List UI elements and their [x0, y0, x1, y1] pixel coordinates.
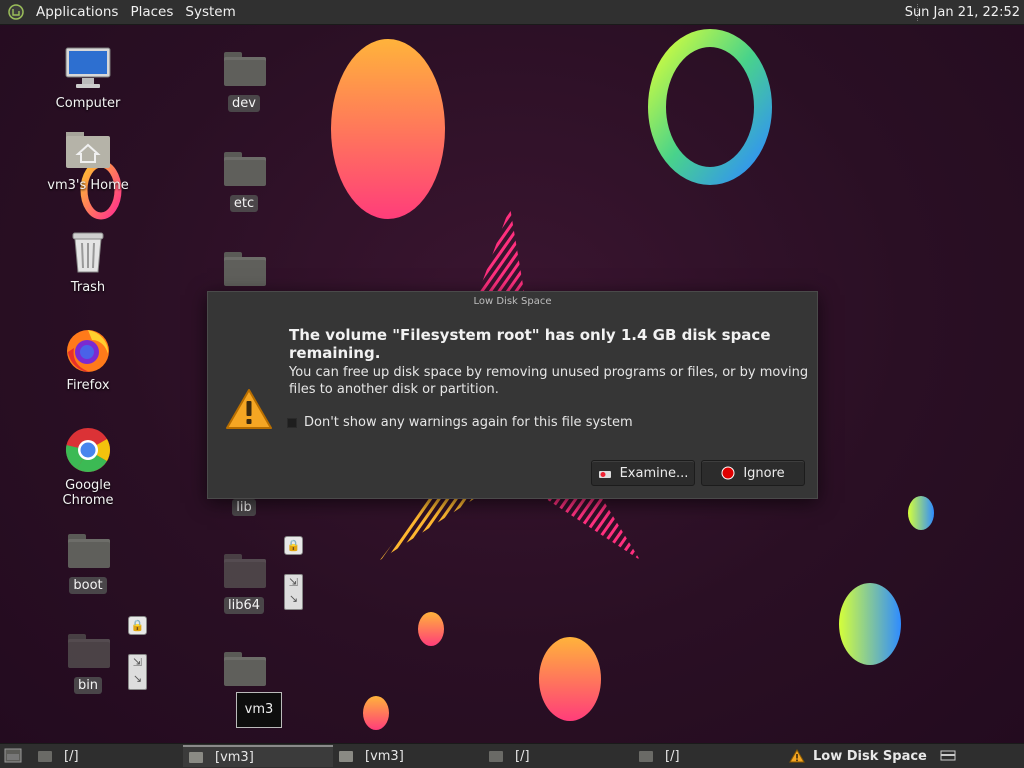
workspace-switcher-icon[interactable]	[940, 750, 956, 761]
folder-icon	[224, 554, 266, 588]
folder-icon	[489, 750, 503, 762]
taskbar-window-root-2[interactable]: [/]	[483, 745, 633, 767]
folder-icon	[224, 152, 266, 186]
desktop-icon-computer[interactable]: Computer	[38, 44, 138, 112]
clock[interactable]: Sun Jan 21, 22:52	[905, 0, 1020, 25]
trash-icon	[72, 232, 104, 273]
dont-show-again-checkbox-row[interactable]: Don't show any warnings again for this f…	[287, 415, 633, 430]
task-label: [vm3]	[365, 748, 404, 764]
desktop-icon-label: Computer	[55, 96, 121, 111]
desktop-icon-firefox[interactable]: Firefox	[38, 326, 138, 394]
folder-icon	[38, 750, 52, 762]
desktop-icon-label: Trash	[70, 280, 106, 295]
desktop-icon-label: vm3's Home	[47, 178, 129, 193]
desktop-icon-boot[interactable]: boot	[38, 526, 138, 594]
folder-icon	[224, 52, 266, 86]
taskbar-window-root-3[interactable]: [/]	[633, 745, 783, 767]
symlink-icon: ⇲ ↘	[284, 574, 303, 610]
desktop-icon-label: lib	[232, 499, 256, 516]
lock-icon: 🔒	[284, 536, 303, 555]
menu-applications[interactable]: Applications	[30, 0, 124, 25]
menu-system[interactable]: System	[179, 0, 241, 25]
bottom-panel: [/] [vm3] [vm3] [/] [/] Low Disk Space	[0, 743, 1024, 768]
home-folder-icon	[339, 750, 353, 762]
chrome-icon	[65, 428, 110, 472]
stop-icon	[721, 466, 735, 480]
checkbox-label: Don't show any warnings again for this f…	[304, 415, 633, 430]
disk-analyzer-icon	[598, 471, 611, 478]
folder-icon	[639, 750, 653, 762]
taskbar-window-root-1[interactable]: [/]	[32, 745, 180, 767]
desktop-icon-label: dev	[228, 95, 260, 112]
task-label: [vm3]	[215, 749, 254, 765]
warning-icon	[789, 749, 805, 763]
desktop-icon-label: lib64	[223, 597, 265, 614]
desktop-icon-home[interactable]: vm3's Home	[38, 126, 138, 194]
folder-icon	[68, 534, 110, 568]
taskbar-window-vm3-2[interactable]: [vm3]	[333, 745, 483, 767]
taskbar-window-vm3-1[interactable]: [vm3]	[183, 745, 333, 767]
task-label: [/]	[665, 748, 680, 764]
low-disk-space-dialog: Low Disk Space The volume "Filesystem ro…	[207, 291, 818, 499]
dialog-title: Low Disk Space	[473, 296, 552, 307]
top-panel: Applications Places System Sun Jan 21, 2…	[0, 0, 1024, 25]
lock-icon: 🔒	[128, 616, 147, 635]
dialog-heading: The volume "Filesystem root" has only 1.…	[289, 326, 771, 362]
desktop-icon-partial-folder[interactable]	[194, 644, 294, 692]
desktop-icon-label: Google Chrome	[62, 478, 114, 508]
firefox-icon	[67, 330, 109, 372]
dialog-body: You can free up disk space by removing u…	[289, 365, 809, 397]
task-label: Low Disk Space	[813, 748, 927, 764]
desktop-icon-lib[interactable]: lib	[194, 496, 294, 516]
desktop-icon-trash[interactable]: Trash	[38, 228, 138, 296]
desktop-icon-google-chrome[interactable]: Google Chrome	[38, 426, 138, 509]
desktop-icon-dev[interactable]: dev	[194, 44, 294, 112]
desktop-icon-label: Firefox	[66, 378, 110, 393]
tooltip: vm3	[236, 692, 282, 728]
menu-places[interactable]: Places	[124, 0, 179, 25]
desktop-icon-bin[interactable]: 🔒 ⇲ ↘ bin	[38, 616, 147, 694]
folder-icon	[224, 652, 266, 686]
ignore-button-label: Ignore	[743, 465, 785, 481]
desktop-icon-lib64[interactable]: 🔒 ⇲ ↘ lib64	[194, 536, 303, 614]
mint-logo-icon[interactable]	[8, 4, 24, 20]
home-folder-icon	[189, 751, 203, 763]
desktop-icon-home-dir[interactable]	[194, 244, 294, 292]
ignore-button[interactable]: Ignore	[701, 460, 805, 486]
desktop-icon-label: bin	[73, 677, 103, 694]
folder-icon	[68, 634, 110, 668]
show-desktop-icon[interactable]	[4, 748, 22, 763]
taskbar-window-low-disk-space[interactable]: Low Disk Space	[783, 745, 933, 767]
desktop-icon-etc[interactable]: etc	[194, 144, 294, 212]
examine-button[interactable]: Examine...	[591, 460, 695, 486]
examine-button-label: Examine...	[619, 465, 689, 481]
home-folder-icon	[66, 132, 110, 168]
task-label: [/]	[515, 748, 530, 764]
desktop-icon-label: boot	[69, 577, 107, 594]
desktop-icon-label: etc	[229, 195, 259, 212]
warning-icon	[226, 389, 272, 429]
symlink-icon: ⇲ ↘	[128, 654, 147, 690]
computer-icon	[65, 47, 111, 88]
folder-icon	[224, 252, 266, 286]
task-label: [/]	[64, 748, 79, 764]
dont-show-again-checkbox[interactable]	[287, 417, 297, 428]
